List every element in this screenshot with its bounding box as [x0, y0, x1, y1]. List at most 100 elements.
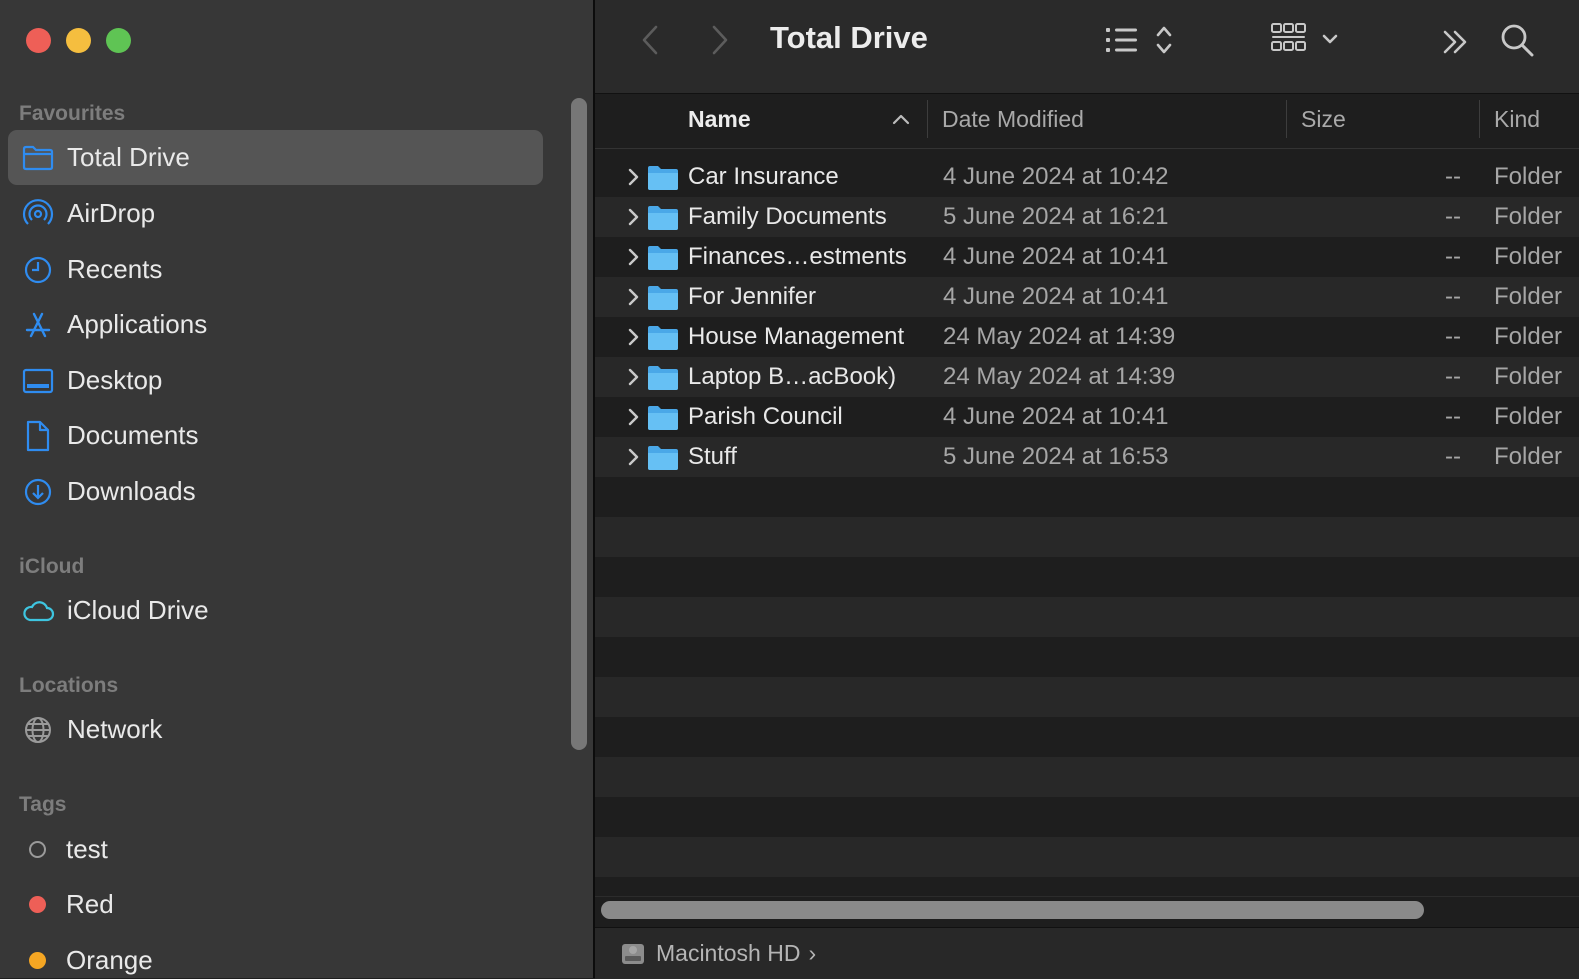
sidebar-tag-test[interactable]: test — [8, 822, 543, 877]
file-date-modified: 4 June 2024 at 10:41 — [943, 243, 1169, 270]
disclosure-chevron-right-icon[interactable] — [623, 247, 643, 267]
tag-orange-dot-icon — [29, 952, 46, 969]
double-chevron-right-icon — [1443, 30, 1467, 54]
globe-icon — [21, 713, 55, 747]
forward-button[interactable] — [705, 22, 735, 58]
sidebar-item-label: Red — [66, 889, 114, 919]
horizontal-scrollbar[interactable] — [601, 901, 1424, 919]
sidebar-item-documents[interactable]: Documents — [8, 408, 543, 463]
file-row[interactable]: Finances…estments 4 June 2024 at 10:41 -- F… — [595, 237, 1579, 277]
sidebar-scrollbar[interactable] — [571, 98, 587, 750]
file-date-modified: 4 June 2024 at 10:42 — [943, 163, 1169, 190]
sidebar-item-downloads[interactable]: Downloads — [8, 464, 543, 519]
file-kind: Folder — [1494, 283, 1563, 310]
disclosure-chevron-right-icon[interactable] — [623, 327, 643, 347]
more-toolbar-items-button[interactable] — [1437, 22, 1473, 62]
file-size: -- — [1445, 443, 1461, 470]
path-separator: › — [808, 940, 817, 966]
path-item-macintosh-hd[interactable]: Macintosh HD — [656, 940, 800, 967]
folder-icon — [648, 406, 678, 430]
disclosure-chevron-right-icon[interactable] — [623, 447, 643, 467]
file-row[interactable]: House Management 24 May 2024 at 14:39 -- Fo… — [595, 317, 1579, 357]
file-date-modified: 24 May 2024 at 14:39 — [943, 363, 1176, 390]
file-name: Family Documents — [688, 203, 887, 230]
column-kind-header[interactable]: Kind — [1494, 94, 1540, 148]
sidebar-item-applications[interactable]: Applications — [8, 297, 543, 352]
clock-icon — [21, 253, 55, 287]
search-icon — [1501, 24, 1534, 57]
file-row[interactable]: Car Insurance 4 June 2024 at 10:42 -- Folde… — [595, 157, 1579, 197]
sidebar-item-recents[interactable]: Recents — [8, 242, 543, 297]
file-list: Car Insurance 4 June 2024 at 10:42 -- Folde… — [595, 157, 1579, 897]
file-size: -- — [1445, 363, 1461, 390]
empty-row — [595, 597, 1579, 637]
folder-icon — [648, 166, 678, 190]
file-row[interactable]: Laptop B…acBook) 24 May 2024 at 14:39 -- Fo… — [595, 357, 1579, 397]
file-name: House Management — [688, 323, 905, 350]
column-name-header[interactable]: Name — [688, 94, 751, 148]
desktop-icon — [21, 364, 55, 398]
disclosure-chevron-right-icon[interactable] — [623, 407, 643, 427]
empty-row — [595, 797, 1579, 837]
sidebar-tag-red[interactable]: Red — [8, 877, 543, 932]
sidebar-item-label: Documents — [67, 420, 199, 450]
disclosure-chevron-right-icon[interactable] — [623, 287, 643, 307]
sidebar-tag-orange[interactable]: Orange — [8, 933, 543, 978]
sort-ascending-icon — [892, 114, 910, 125]
sidebar-item-label: Network — [67, 714, 163, 744]
file-kind: Folder — [1494, 163, 1563, 190]
folder-icon — [648, 246, 678, 270]
chevron-right-icon — [712, 25, 728, 55]
folder-icon — [648, 366, 678, 390]
sidebar-item-total-drive[interactable]: Total Drive — [8, 130, 543, 185]
file-name: For Jennifer — [688, 283, 817, 310]
search-button[interactable] — [1497, 20, 1537, 60]
empty-row — [595, 477, 1579, 517]
chevron-left-icon — [642, 25, 658, 55]
tag-red-dot-icon — [29, 896, 46, 913]
close-window-button[interactable] — [26, 28, 51, 53]
tag-empty-circle-icon — [29, 841, 46, 858]
sort-updown-icon — [1156, 26, 1172, 54]
toolbar: Total Drive — [595, 0, 1579, 94]
disclosure-chevron-right-icon[interactable] — [623, 167, 643, 187]
sidebar-item-airdrop[interactable]: AirDrop — [8, 186, 543, 241]
list-icon — [1106, 28, 1137, 52]
column-size-header[interactable]: Size — [1301, 94, 1346, 148]
file-name: Car Insurance — [688, 163, 839, 190]
airdrop-icon — [21, 197, 55, 231]
back-button[interactable] — [635, 22, 665, 58]
file-size: -- — [1445, 403, 1461, 430]
column-separator[interactable] — [927, 100, 928, 138]
file-kind: Folder — [1494, 363, 1563, 390]
file-kind: Folder — [1494, 203, 1563, 230]
disclosure-chevron-right-icon[interactable] — [623, 207, 643, 227]
group-by-button[interactable] — [1270, 20, 1346, 60]
empty-row — [595, 757, 1579, 797]
minimize-window-button[interactable] — [66, 28, 91, 53]
file-name: Stuff — [688, 443, 737, 470]
file-row[interactable]: For Jennifer 4 June 2024 at 10:41 -- Folder — [595, 277, 1579, 317]
file-date-modified: 4 June 2024 at 10:41 — [943, 283, 1169, 310]
hard-drive-icon — [620, 941, 646, 967]
column-separator[interactable] — [1479, 100, 1480, 138]
list-view-button[interactable] — [1103, 20, 1179, 60]
sidebar-item-icloud-drive[interactable]: iCloud Drive — [8, 583, 543, 638]
empty-row — [595, 677, 1579, 717]
file-kind: Folder — [1494, 443, 1563, 470]
column-separator[interactable] — [1286, 100, 1287, 138]
file-row[interactable]: Family Documents 5 June 2024 at 16:21 -- Fo… — [595, 197, 1579, 237]
file-size: -- — [1445, 163, 1461, 190]
sidebar-item-desktop[interactable]: Desktop — [8, 353, 543, 408]
chevron-down-icon — [1322, 34, 1338, 44]
file-row[interactable]: Parish Council 4 June 2024 at 10:41 -- Fold… — [595, 397, 1579, 437]
sidebar-item-network[interactable]: Network — [8, 702, 543, 757]
document-icon — [21, 419, 55, 453]
file-date-modified: 24 May 2024 at 14:39 — [943, 323, 1176, 350]
folder-icon — [648, 446, 678, 470]
zoom-window-button[interactable] — [106, 28, 131, 53]
section-tags: Tags — [19, 793, 67, 816]
column-date-header[interactable]: Date Modified — [942, 94, 1084, 148]
disclosure-chevron-right-icon[interactable] — [623, 367, 643, 387]
file-row[interactable]: Stuff 5 June 2024 at 16:53 -- Folder — [595, 437, 1579, 477]
